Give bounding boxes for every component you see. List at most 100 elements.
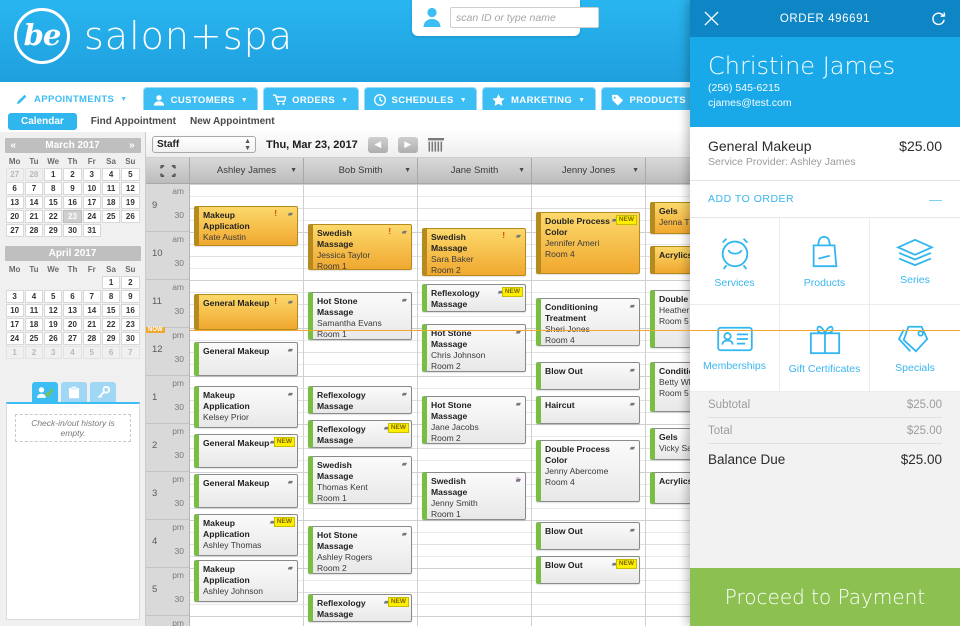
april-day-19[interactable]: 19 (44, 318, 63, 331)
april-day-21[interactable]: 21 (82, 318, 101, 331)
chevron-down-icon[interactable]: ▼ (404, 167, 411, 174)
nav-tab-schedules[interactable]: SCHEDULES ▼ (363, 87, 478, 112)
appointment-block[interactable]: ▰ NEW Reflexology Massage (422, 284, 526, 312)
april-day-3[interactable]: 3 (44, 346, 63, 359)
march-day-28[interactable]: 28 (24, 224, 44, 237)
april-day-23[interactable]: 23 (121, 318, 140, 331)
staff-column-header-3[interactable]: Jenny Jones ▼ (532, 158, 646, 183)
appointment-block[interactable]: ▰ NEW Blow Out (536, 556, 640, 584)
march-day-12[interactable]: 12 (121, 182, 140, 195)
order-line-item[interactable]: General Makeup $25.00 Service Provider: … (690, 127, 960, 181)
close-icon[interactable] (704, 11, 719, 26)
appointment-block[interactable]: ▰ General Makeup (194, 474, 298, 508)
april-day-7[interactable]: 7 (82, 290, 101, 303)
appointment-block[interactable]: ▰ Swedish Massage Thomas Kent Room 1 (308, 456, 412, 504)
next-day-button[interactable]: ▶ (397, 136, 418, 153)
chevron-down-icon[interactable]: ▼ (290, 167, 297, 174)
add-to-order-row[interactable]: ADD TO ORDER — (690, 181, 960, 217)
appointment-block[interactable]: ▰ Conditioning Treatment Sheri Jones Room 4 (536, 298, 640, 346)
subnav-item-calendar[interactable]: Calendar (8, 112, 77, 130)
search-input[interactable] (450, 7, 599, 28)
march-day-26[interactable]: 26 (121, 210, 140, 223)
nav-tab-orders[interactable]: ORDERS ▼ (263, 87, 359, 112)
category-services[interactable]: Services (690, 218, 780, 305)
april-day-5[interactable]: 5 (44, 290, 63, 303)
staff-filter-select[interactable]: Staff ▲ ▼ (152, 136, 256, 153)
march-day-25[interactable]: 25 (101, 210, 121, 223)
appointment-block[interactable]: ! ▰ General Makeup (194, 294, 298, 330)
appointment-block[interactable]: ▰ Reflexology Massage (308, 386, 412, 414)
march-day-22[interactable]: 22 (44, 210, 63, 223)
april-day-9[interactable]: 9 (121, 290, 140, 303)
chevron-down-icon[interactable]: ▼ (632, 167, 639, 174)
march-day-10[interactable]: 10 (82, 182, 101, 195)
category-specials[interactable]: Specials (870, 305, 960, 392)
march-day-3[interactable]: 3 (82, 168, 101, 181)
appointment-block[interactable]: ▰ NEW General Makeup (194, 434, 298, 468)
appointment-block[interactable]: ▰ General Makeup (194, 342, 298, 376)
appointment-block[interactable]: ! ▰ Swedish Massage Jessica Taylor Room 1 (308, 224, 412, 270)
april-day-4[interactable]: 4 (63, 346, 82, 359)
appointment-block[interactable]: ▰ Makeup Application Kelsey Prior (194, 386, 298, 428)
appointment-block[interactable]: ▰ Hot Stone Massage Jane Jacobs Room 2 (422, 396, 526, 444)
april-day-2[interactable]: 2 (121, 276, 140, 289)
march-day-6[interactable]: 6 (5, 182, 24, 195)
appointment-block[interactable]: !▰NEWDouble Process ColorJennifer AmeriR… (536, 212, 640, 274)
march-day-1[interactable]: 1 (44, 168, 63, 181)
april-day-17[interactable]: 17 (5, 318, 24, 331)
appointment-block[interactable]: ▰ NEW Reflexology Massage (308, 420, 412, 448)
march-day-7[interactable]: 7 (24, 182, 44, 195)
sidebar-tab-clipboard[interactable] (61, 382, 87, 402)
march-day-17[interactable]: 17 (82, 196, 101, 209)
april-day-7[interactable]: 7 (121, 346, 140, 359)
april-day-20[interactable]: 20 (63, 318, 82, 331)
category-gift-certificates[interactable]: Gift Certificates (780, 305, 870, 392)
april-day-25[interactable]: 25 (24, 332, 44, 345)
nav-tab-appointments[interactable]: APPOINTMENTS ▼ (6, 85, 138, 112)
april-day-5[interactable]: 5 (82, 346, 101, 359)
prev-month-icon[interactable]: « (11, 140, 17, 151)
appointment-block[interactable]: ▰ Makeup Application Ashley Johnson (194, 560, 298, 602)
march-day-2[interactable]: 2 (63, 168, 82, 181)
brand-logo[interactable]: be salon+spa (14, 8, 293, 64)
march-day-11[interactable]: 11 (101, 182, 121, 195)
chevron-down-icon[interactable]: ▼ (518, 167, 525, 174)
march-day-8[interactable]: 8 (44, 182, 63, 195)
april-day-22[interactable]: 22 (101, 318, 121, 331)
appointment-block[interactable]: ▰ Double Process Color Jenny Abercome Room … (536, 440, 640, 502)
proceed-to-payment-button[interactable]: Proceed to Payment (690, 568, 960, 626)
appointment-block[interactable]: ! ▰ Swedish Massage Sara Baker Room 2 (422, 228, 526, 276)
prev-day-button[interactable]: ◀ (367, 136, 388, 153)
april-day-12[interactable]: 12 (44, 304, 63, 317)
april-day-3[interactable]: 3 (5, 290, 24, 303)
customer-email[interactable]: cjames@test.com (708, 96, 942, 111)
march-day-14[interactable]: 14 (24, 196, 44, 209)
april-day-30[interactable]: 30 (121, 332, 140, 345)
customer-phone[interactable]: (256) 545-6215 (708, 81, 942, 96)
minus-icon[interactable]: — (929, 192, 942, 207)
march-day-30[interactable]: 30 (63, 224, 82, 237)
appointment-block[interactable]: ▰ ♕ Swedish Massage Jenny Smith Room 1 (422, 472, 526, 520)
april-day-16[interactable]: 16 (121, 304, 140, 317)
march-day-16[interactable]: 16 (63, 196, 82, 209)
april-day-10[interactable]: 10 (5, 304, 24, 317)
march-day-15[interactable]: 15 (44, 196, 63, 209)
nav-tab-customers[interactable]: CUSTOMERS ▼ (142, 87, 259, 112)
april-day-29[interactable]: 29 (101, 332, 121, 345)
category-products[interactable]: Products (780, 218, 870, 305)
march-day-5[interactable]: 5 (121, 168, 140, 181)
march-day-29[interactable]: 29 (44, 224, 63, 237)
march-day-27[interactable]: 27 (5, 168, 24, 181)
march-day-24[interactable]: 24 (82, 210, 101, 223)
march-day-23[interactable]: 23 (63, 210, 82, 223)
april-day-18[interactable]: 18 (24, 318, 44, 331)
april-day-6[interactable]: 6 (101, 346, 121, 359)
april-day-15[interactable]: 15 (101, 304, 121, 317)
staff-column-header-2[interactable]: Jane Smith ▼ (418, 158, 532, 183)
april-day-13[interactable]: 13 (63, 304, 82, 317)
appointment-block[interactable]: ▰ Blow Out (536, 522, 640, 550)
subnav-item-find-appointment[interactable]: Find Appointment (91, 116, 176, 127)
april-day-28[interactable]: 28 (82, 332, 101, 345)
grid-view-button[interactable] (427, 137, 444, 152)
april-day-1[interactable]: 1 (5, 346, 24, 359)
